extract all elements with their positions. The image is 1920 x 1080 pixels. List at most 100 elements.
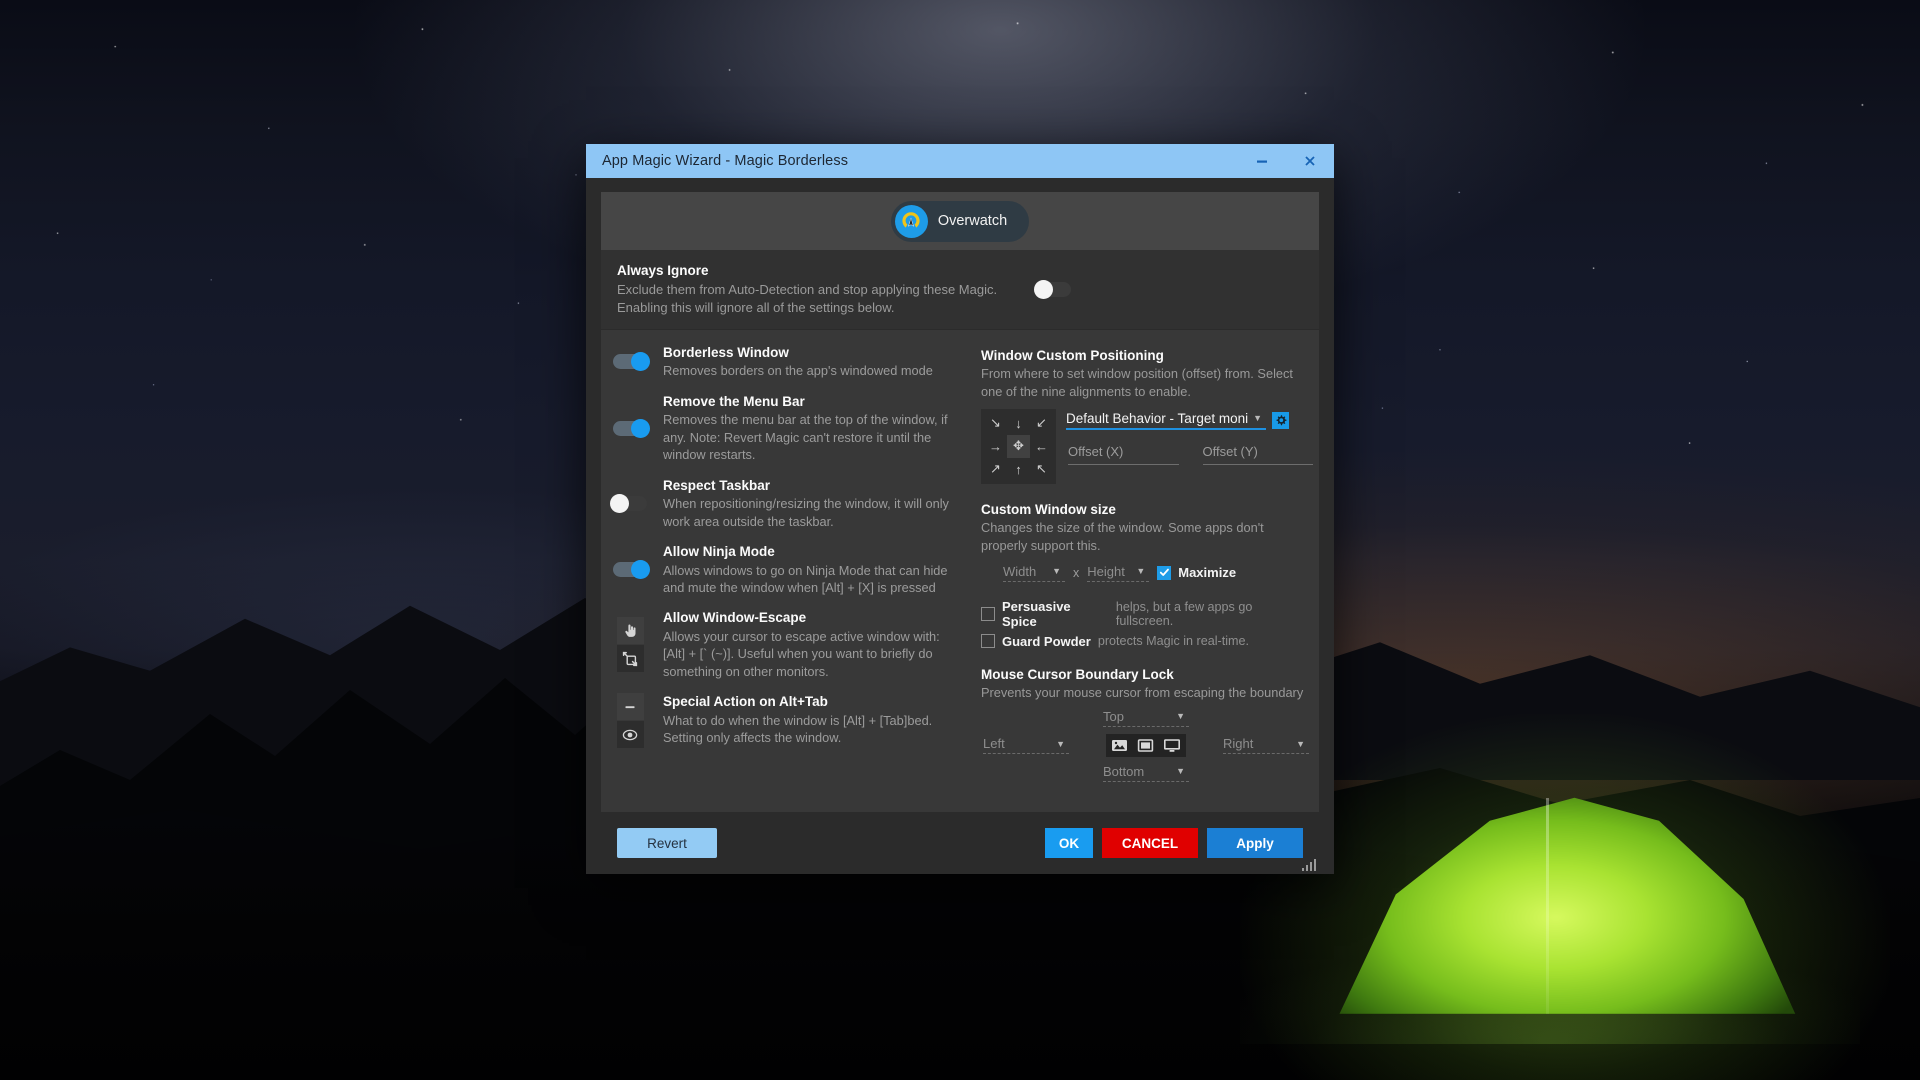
screen-mode-icons xyxy=(1106,734,1186,757)
setting-row-allow-window-escape: Allow Window-Escape Allows your cursor t… xyxy=(609,609,965,680)
align-middle-left[interactable]: ← xyxy=(1030,435,1053,458)
boundary-lock-description: Prevents your mouse cursor from escaping… xyxy=(981,684,1313,702)
toggle-knob xyxy=(631,419,650,438)
chevron-down-icon: ▼ xyxy=(1172,766,1189,776)
guard-powder-hint: protects Magic in real-time. xyxy=(1098,634,1249,648)
window-title: App Magic Wizard - Magic Borderless xyxy=(602,153,1238,169)
chevron-down-icon: ▼ xyxy=(1048,566,1065,576)
always-ignore-toggle[interactable] xyxy=(1037,282,1071,297)
overwatch-logo-icon xyxy=(895,205,928,238)
align-bottom-right[interactable]: ↘ xyxy=(984,412,1007,435)
remove-menu-bar-toggle[interactable] xyxy=(613,421,647,436)
settings-gear-icon[interactable] xyxy=(1272,412,1289,429)
chevron-down-icon: ▼ xyxy=(1249,413,1266,423)
align-top-left[interactable]: ↖ xyxy=(1030,458,1053,481)
setting-title: Allow Window-Escape xyxy=(663,609,965,628)
align-top-center[interactable]: ↑ xyxy=(1007,458,1030,481)
hand-pointer-icon[interactable] xyxy=(617,617,644,644)
wallpaper-image-icon[interactable] xyxy=(1111,738,1128,753)
setting-title: Remove the Menu Bar xyxy=(663,393,965,412)
minimize-window-icon[interactable] xyxy=(617,693,644,720)
chevron-down-icon: ▼ xyxy=(1172,711,1189,721)
maximize-checkbox[interactable] xyxy=(1157,566,1171,580)
window-rectangle-icon[interactable] xyxy=(1137,738,1154,753)
chevron-down-icon: ▼ xyxy=(1052,739,1069,749)
custom-size-description: Changes the size of the window. Some app… xyxy=(981,519,1313,554)
align-middle-right[interactable]: → xyxy=(984,435,1007,458)
setting-description: What to do when the window is [Alt] + [T… xyxy=(663,712,965,747)
width-input[interactable]: Width ▼ xyxy=(1003,564,1065,582)
setting-row-remove-menu-bar: Remove the Menu Bar Removes the menu bar… xyxy=(609,393,965,464)
settings-left-column: Borderless Window Removes borders on the… xyxy=(609,344,971,802)
monitor-target-select[interactable]: Default Behavior - Target moni ▼ xyxy=(1066,411,1266,430)
setting-row-borderless-window: Borderless Window Removes borders on the… xyxy=(609,344,965,380)
align-center[interactable]: ✥ xyxy=(1007,435,1030,458)
align-top-right[interactable]: ↗ xyxy=(984,458,1007,481)
eye-visible-icon[interactable] xyxy=(617,721,644,748)
offset-y-input[interactable]: Offset (Y) xyxy=(1203,443,1314,465)
borderless-window-toggle[interactable] xyxy=(613,354,647,369)
boundary-bottom-placeholder: Bottom xyxy=(1103,764,1144,779)
close-icon[interactable] xyxy=(1286,144,1334,178)
boundary-left-input[interactable]: Left ▼ xyxy=(983,736,1069,754)
align-bottom-center[interactable]: ↓ xyxy=(1007,412,1030,435)
setting-row-respect-taskbar: Respect Taskbar When repositioning/resiz… xyxy=(609,477,965,530)
nine-alignment-grid: ↘ ↓ ↙ → ✥ ← ↗ ↑ ↖ xyxy=(981,409,1056,484)
selected-app-chip[interactable]: Overwatch xyxy=(891,201,1029,242)
setting-description: Allows windows to go on Ninja Mode that … xyxy=(663,562,965,597)
size-separator: x xyxy=(1073,566,1079,580)
boundary-top-input[interactable]: Top ▼ xyxy=(1103,709,1189,727)
window-custom-positioning-group: Window Custom Positioning From where to … xyxy=(981,346,1313,484)
maximize-checkbox-row[interactable]: Maximize xyxy=(1157,565,1236,580)
custom-size-title: Custom Window size xyxy=(981,500,1313,520)
app-magic-wizard-window: App Magic Wizard - Magic Borderless xyxy=(586,144,1334,874)
boundary-right-placeholder: Right xyxy=(1223,736,1253,751)
chevron-down-icon: ▼ xyxy=(1132,566,1149,576)
setting-description: Allows your cursor to escape active wind… xyxy=(663,628,965,680)
settings-panels: Borderless Window Removes borders on the… xyxy=(601,330,1319,812)
ok-button[interactable]: OK xyxy=(1045,828,1093,858)
boundary-lock-title: Mouse Cursor Boundary Lock xyxy=(981,665,1313,685)
offset-x-input[interactable]: Offset (X) xyxy=(1068,443,1179,465)
maximize-label: Maximize xyxy=(1178,565,1236,580)
glowing-tent xyxy=(1330,784,1800,1014)
minimize-icon[interactable] xyxy=(1238,144,1286,178)
boundary-lock-controls: Top ▼ Left ▼ xyxy=(981,709,1311,782)
positioning-title: Window Custom Positioning xyxy=(981,346,1313,366)
window-resize-grip[interactable] xyxy=(1302,859,1316,871)
guard-powder-label: Guard Powder xyxy=(1002,634,1091,649)
window-titlebar[interactable]: App Magic Wizard - Magic Borderless xyxy=(586,144,1334,178)
always-ignore-title: Always Ignore xyxy=(617,262,1017,281)
always-ignore-section: Always Ignore Exclude them from Auto-Det… xyxy=(601,250,1319,330)
offset-y-placeholder: Offset (Y) xyxy=(1203,444,1258,459)
boundary-left-placeholder: Left xyxy=(983,736,1005,751)
align-bottom-left[interactable]: ↙ xyxy=(1030,412,1053,435)
chevron-down-icon: ▼ xyxy=(1292,739,1309,749)
offset-x-placeholder: Offset (X) xyxy=(1068,444,1123,459)
positioning-description: From where to set window position (offse… xyxy=(981,365,1313,400)
guard-powder-row[interactable]: Guard Powder protects Magic in real-time… xyxy=(981,634,1313,649)
allow-ninja-mode-toggle[interactable] xyxy=(613,562,647,577)
boundary-top-placeholder: Top xyxy=(1103,709,1124,724)
monitor-display-icon[interactable] xyxy=(1163,738,1181,753)
setting-title: Allow Ninja Mode xyxy=(663,543,965,562)
desktop-wallpaper: App Magic Wizard - Magic Borderless xyxy=(0,0,1920,1080)
escape-window-icon[interactable] xyxy=(617,645,644,672)
persuasive-spice-checkbox[interactable] xyxy=(981,607,995,621)
tent-seam xyxy=(1546,798,1549,1014)
respect-taskbar-toggle[interactable] xyxy=(613,496,647,511)
setting-title: Special Action on Alt+Tab xyxy=(663,693,965,712)
setting-title: Respect Taskbar xyxy=(663,477,965,496)
cancel-button[interactable]: CANCEL xyxy=(1102,828,1198,858)
boundary-right-input[interactable]: Right ▼ xyxy=(1223,736,1309,754)
height-input[interactable]: Height ▼ xyxy=(1087,564,1149,582)
revert-button[interactable]: Revert xyxy=(617,828,717,858)
settings-right-column: Window Custom Positioning From where to … xyxy=(971,344,1313,802)
setting-description: Removes borders on the app's windowed mo… xyxy=(663,362,965,379)
window-body: Overwatch Always Ignore Exclude them fro… xyxy=(586,178,1334,874)
apply-button[interactable]: Apply xyxy=(1207,828,1303,858)
persuasive-spice-row[interactable]: Persuasive Spice helps, but a few apps g… xyxy=(981,599,1313,629)
guard-powder-checkbox[interactable] xyxy=(981,634,995,648)
monitor-target-value: Default Behavior - Target moni xyxy=(1066,411,1249,426)
boundary-bottom-input[interactable]: Bottom ▼ xyxy=(1103,764,1189,782)
